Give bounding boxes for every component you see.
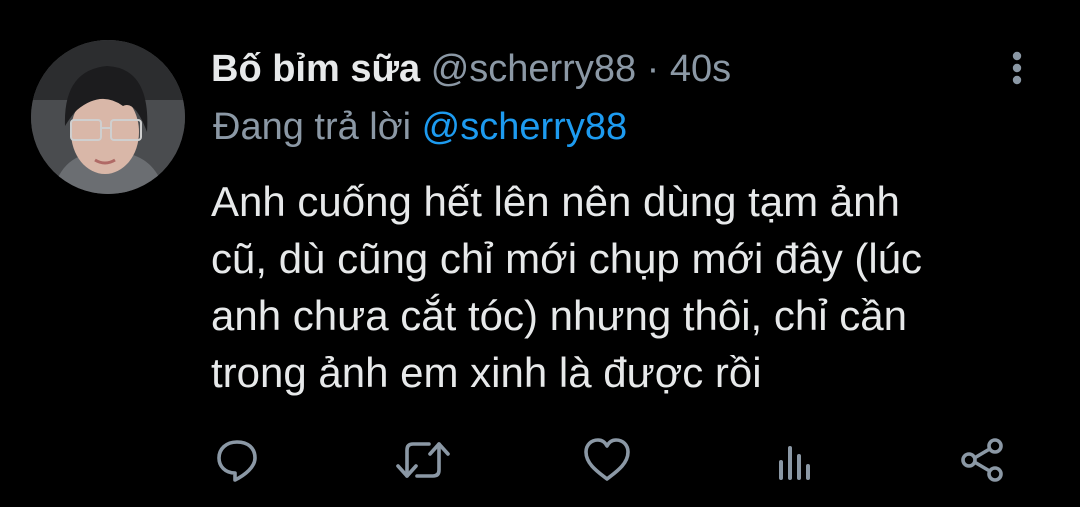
replying-to-label: Đang trả lời [213,106,412,148]
reply-button[interactable] [209,432,265,488]
separator-dot: · [646,48,660,90]
analytics-button[interactable] [767,432,823,488]
display-name[interactable]: Bố bỉm sữa [211,48,420,90]
like-button[interactable] [579,432,635,488]
tweet-text: Anh cuống hết lên nên dùng tạm ảnh cũ, d… [211,178,923,396]
share-button[interactable] [954,432,1010,488]
reply-icon [217,440,257,482]
more-vertical-icon [1012,51,1022,85]
retweet-button[interactable] [395,432,451,488]
tweet[interactable]: Bố bỉm sữa @scherry88 · 40s Đang trả lời… [0,0,1080,507]
share-icon [961,438,1003,482]
timestamp[interactable]: 40s [670,48,731,90]
replying-to: Đang trả lời @scherry88 [213,102,627,152]
user-handle[interactable]: @scherry88 [431,48,636,90]
avatar-photo [31,40,185,194]
tweet-header: Bố bỉm sữa @scherry88 · 40s [211,44,731,94]
like-icon [584,438,630,481]
more-options-button[interactable] [1000,48,1034,88]
avatar[interactable] [31,40,185,194]
retweet-icon [396,442,450,478]
analytics-icon [779,446,810,480]
replying-to-handle[interactable]: @scherry88 [422,106,627,148]
